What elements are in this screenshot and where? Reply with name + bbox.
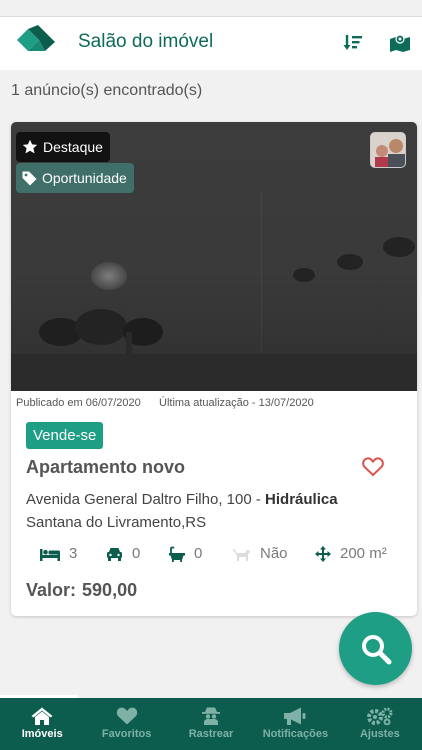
map-icon: [390, 34, 410, 52]
listing-price: Valor: 590,00: [26, 580, 137, 601]
bathtub-icon: [169, 545, 185, 562]
feature-garages: 0: [106, 545, 140, 562]
feature-bedrooms: 3: [40, 545, 77, 562]
listing-title[interactable]: Apartamento novo: [26, 457, 185, 478]
photo-lamp: [337, 254, 363, 270]
photo-plants: [39, 309, 163, 362]
bed-icon: [40, 548, 60, 561]
search-button[interactable]: [339, 612, 412, 685]
feature-bathrooms: 0: [169, 545, 202, 562]
results-count: 1 anúncio(s) encontrado(s): [11, 82, 203, 99]
listing-city: Santana do Livramento,RS: [26, 514, 207, 531]
opportunity-badge-label: Oportunidade: [42, 170, 127, 186]
sale-type-badge: Vende-se: [26, 422, 104, 449]
search-icon: [361, 634, 391, 664]
pets-value: Não: [260, 545, 288, 562]
avatar-photo: [371, 133, 405, 167]
favorite-button[interactable]: [362, 457, 384, 482]
nav-ajustes-label: Ajustes: [359, 728, 400, 740]
tag-icon: [22, 171, 37, 185]
area-value: 200 m²: [340, 545, 387, 562]
highlight-badge: Destaque: [16, 132, 110, 162]
app-title: Salão do imóvel: [78, 31, 214, 52]
spy-icon: [202, 707, 221, 725]
highlight-badge-label: Destaque: [43, 139, 103, 155]
nav-ajustes[interactable]: Ajustes: [338, 698, 422, 750]
price-value: 590,00: [82, 580, 138, 600]
published-date: Publicado em 06/07/2020: [16, 397, 141, 409]
sort-button[interactable]: [341, 31, 365, 55]
nav-notificacoes-label: Notificações: [262, 728, 329, 740]
nav-favoritos[interactable]: Favoritos: [84, 698, 168, 750]
address-street: Avenida General Daltro Filho, 100 -: [26, 491, 266, 508]
sort-icon: [343, 35, 362, 50]
app-bar: Salão do imóvel: [0, 17, 422, 70]
feature-pets: Não: [233, 545, 288, 562]
opportunity-badge: Oportunidade: [16, 163, 134, 193]
updated-date: Última atualização - 13/07/2020: [159, 397, 314, 409]
nav-favoritos-label: Favoritos: [101, 728, 152, 740]
logo-icon: [17, 25, 55, 51]
advertiser-avatar[interactable]: [370, 132, 406, 168]
garages-value: 0: [132, 545, 141, 562]
home-icon: [31, 707, 53, 725]
nav-rastrear[interactable]: Rastrear: [169, 698, 253, 750]
listing-address: Avenida General Daltro Filho, 100 - Hidr…: [26, 491, 338, 508]
gears-icon: [366, 707, 393, 725]
star-icon: [22, 139, 38, 154]
photo-lamp: [293, 268, 315, 282]
heart-icon: [116, 707, 137, 725]
listing-photo[interactable]: Destaque Oportunidade: [11, 122, 417, 391]
nav-rastrear-label: Rastrear: [188, 728, 234, 740]
map-button[interactable]: [388, 31, 412, 55]
photo-ceiling-light: [91, 262, 127, 290]
feature-area: 200 m²: [315, 545, 387, 562]
photo-wall-detail: [261, 192, 262, 362]
nav-imoveis[interactable]: Imóveis: [0, 698, 84, 750]
nav-notificacoes[interactable]: Notificações: [253, 698, 337, 750]
bottom-navigation: Imóveis Favoritos Rastrear Notificações: [0, 698, 422, 750]
price-label: Valor:: [26, 580, 77, 600]
dog-icon: [233, 548, 250, 561]
car-icon: [107, 547, 122, 561]
arrows-move-icon: [315, 545, 331, 562]
address-district: Hidráulica: [265, 491, 338, 508]
bedrooms-value: 3: [69, 545, 78, 562]
heart-outline-icon: [362, 457, 384, 477]
megaphone-icon: [284, 707, 306, 725]
bathrooms-value: 0: [194, 545, 203, 562]
photo-lamp: [383, 237, 415, 257]
photo-floor: [11, 354, 417, 391]
listing-card[interactable]: Destaque Oportunidade Publicado em 06/07…: [11, 122, 417, 616]
nav-imoveis-label: Imóveis: [21, 728, 63, 740]
